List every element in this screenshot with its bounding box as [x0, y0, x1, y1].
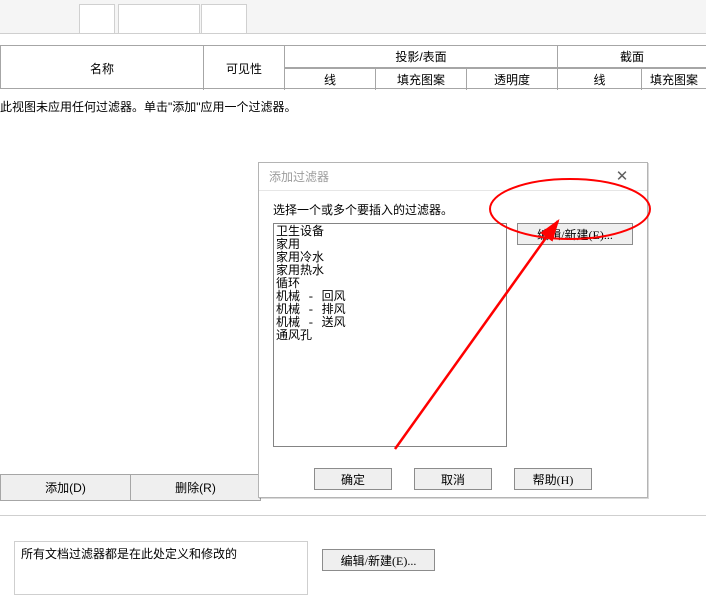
- column-pattern: 填充图案: [376, 68, 467, 90]
- filters-table-header: 名称 可见性 投影/表面 截面 线 填充图案 透明度 线 填充图案: [0, 45, 706, 89]
- delete-button[interactable]: 删除(R): [131, 475, 261, 500]
- ribbon-tab-active[interactable]: [201, 4, 247, 34]
- column-line-cut: 线: [558, 68, 642, 90]
- close-icon[interactable]: ✕: [607, 163, 637, 191]
- help-button[interactable]: 帮助(H): [514, 468, 592, 490]
- add-button[interactable]: 添加(D): [1, 475, 131, 500]
- dialog-prompt: 选择一个或多个要插入的过滤器。: [273, 201, 633, 218]
- dialog-titlebar: 添加过滤器 ✕: [259, 163, 647, 191]
- empty-filters-message: 此视图未应用任何过滤器。单击"添加"应用一个过滤器。: [0, 98, 297, 115]
- ribbon-bar: [0, 0, 706, 34]
- column-group-cut: 截面: [558, 46, 706, 68]
- filters-listbox[interactable]: 卫生设备家用家用冷水家用热水循环机械 - 回风机械 - 排风机械 - 送风通风孔: [273, 223, 507, 447]
- column-line: 线: [285, 68, 376, 90]
- divider: [0, 515, 706, 516]
- column-pattern-cut: 填充图案: [642, 68, 706, 90]
- add-filter-dialog: 添加过滤器 ✕ 选择一个或多个要插入的过滤器。 卫生设备家用家用冷水家用热水循环…: [258, 162, 648, 498]
- ribbon-tab[interactable]: [79, 4, 115, 34]
- list-item[interactable]: 通风孔: [276, 330, 504, 343]
- dialog-edit-new-button[interactable]: 编辑/新建(E)...: [517, 223, 633, 245]
- cancel-button[interactable]: 取消: [414, 468, 492, 490]
- filters-toolbar: 添加(D) 删除(R): [0, 474, 261, 501]
- dialog-title: 添加过滤器: [269, 163, 329, 191]
- ribbon-tab[interactable]: [118, 4, 200, 34]
- ok-button[interactable]: 确定: [314, 468, 392, 490]
- column-group-projection: 投影/表面: [285, 46, 558, 68]
- column-visibility: 可见性: [204, 46, 285, 90]
- dialog-footer: 确定 取消 帮助(H): [259, 459, 647, 499]
- edit-new-button[interactable]: 编辑/新建(E)...: [322, 549, 435, 571]
- list-item[interactable]: 卫生设备: [276, 226, 504, 239]
- list-item[interactable]: 家用热水: [276, 265, 504, 278]
- column-transparency: 透明度: [467, 68, 558, 90]
- footer-description: 所有文档过滤器都是在此处定义和修改的: [14, 541, 308, 595]
- column-name: 名称: [1, 46, 204, 90]
- divider: [0, 33, 706, 34]
